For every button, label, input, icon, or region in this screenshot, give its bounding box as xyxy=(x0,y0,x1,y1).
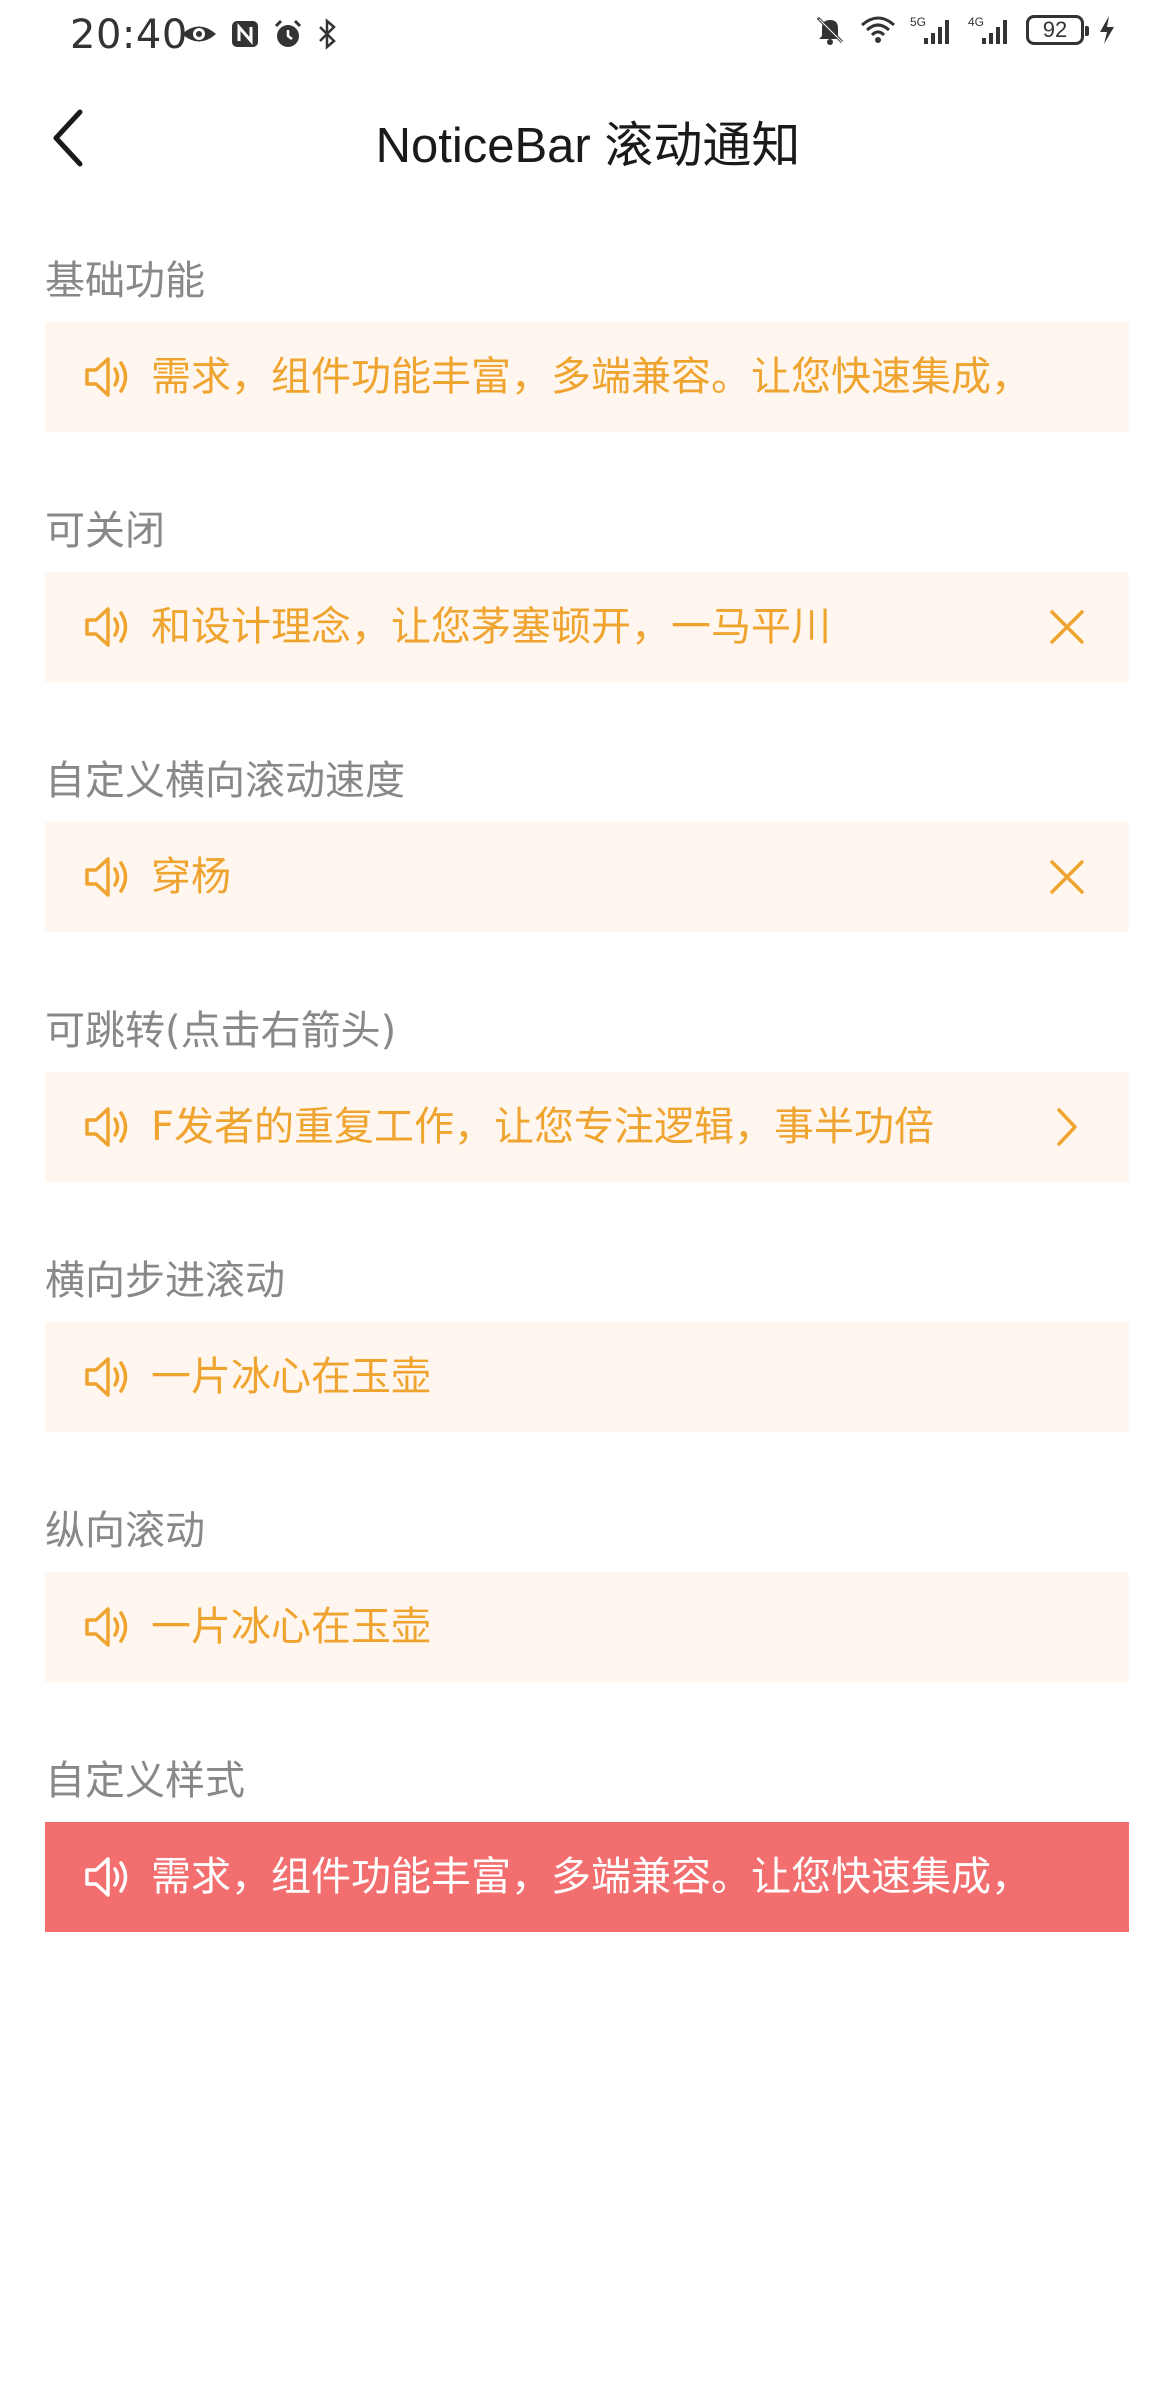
page-title: NoticeBar 滚动通知 xyxy=(375,119,801,173)
notice-text-viewport: 穿杨 xyxy=(151,822,1009,932)
chevron-right-icon xyxy=(1057,1108,1077,1146)
nfc-icon xyxy=(230,19,260,49)
close-button[interactable] xyxy=(1045,605,1089,649)
link-arrow-button[interactable] xyxy=(1045,1105,1089,1149)
eye-icon xyxy=(180,19,218,49)
wifi-icon xyxy=(860,15,896,45)
battery-icon: 92 xyxy=(1026,15,1089,45)
volume-icon xyxy=(83,1605,131,1649)
notice-text-viewport: 一片冰心在玉壶 xyxy=(151,1572,1093,1682)
nav-bar: NoticeBar 滚动通知 xyxy=(0,90,1176,186)
notice-bar-closable[interactable]: 和设计理念，让您茅塞顿开，一马平川 xyxy=(45,572,1129,682)
volume-icon xyxy=(83,1105,131,1149)
notice-text: 需求，组件功能丰富，多端兼容。让您快速集成， xyxy=(151,354,1031,400)
volume-icon xyxy=(83,1855,131,1899)
notice-text-viewport: 需求，组件功能丰富，多端兼容。让您快速集成， xyxy=(151,322,1093,432)
notice-text: 一片冰心在玉壶 xyxy=(151,1604,431,1650)
notice-bar-link[interactable]: F发者的重复工作，让您专注逻辑，事半功倍 xyxy=(45,1072,1129,1182)
section-title-step: 横向步进滚动 xyxy=(45,1258,285,1304)
section-title-custom: 自定义样式 xyxy=(45,1758,245,1804)
section-title-vertical: 纵向滚动 xyxy=(45,1508,205,1554)
section-title-link: 可跳转(点击右箭头) xyxy=(45,1008,397,1054)
notice-bar-speed[interactable]: 穿杨 xyxy=(45,822,1129,932)
notice-text-viewport: 一片冰心在玉壶 xyxy=(151,1322,1093,1432)
status-bar: 20:40 5G 4G 92 xyxy=(0,0,1176,72)
signal-4g-label: 4G xyxy=(968,15,984,29)
close-button[interactable] xyxy=(1045,855,1089,899)
notice-bar-vertical[interactable]: 一片冰心在玉壶 xyxy=(45,1572,1129,1682)
notice-bar-step[interactable]: 一片冰心在玉壶 xyxy=(45,1322,1129,1432)
notice-text: 一片冰心在玉壶 xyxy=(151,1354,431,1400)
charging-icon xyxy=(1098,15,1116,45)
signal-5g-icon: 5G xyxy=(910,14,954,46)
close-icon xyxy=(1050,610,1084,644)
status-time: 20:40 xyxy=(70,12,188,58)
volume-icon xyxy=(83,605,131,649)
signal-4g-icon: 4G xyxy=(968,14,1012,46)
bell-off-icon xyxy=(814,14,846,46)
notice-text-viewport: 和设计理念，让您茅塞顿开，一马平川 xyxy=(151,572,1009,682)
notice-text: 需求，组件功能丰富，多端兼容。让您快速集成， xyxy=(151,1854,1031,1900)
notice-bar-basic[interactable]: 需求，组件功能丰富，多端兼容。让您快速集成， xyxy=(45,322,1129,432)
notice-bar-custom[interactable]: 需求，组件功能丰富，多端兼容。让您快速集成， xyxy=(45,1822,1129,1932)
notice-text-viewport: 需求，组件功能丰富，多端兼容。让您快速集成， xyxy=(151,1822,1093,1932)
signal-5g-label: 5G xyxy=(910,15,926,29)
section-title-speed: 自定义横向滚动速度 xyxy=(45,758,405,804)
notice-text-viewport: F发者的重复工作，让您专注逻辑，事半功倍 xyxy=(151,1072,1009,1182)
close-icon xyxy=(1050,860,1084,894)
alarm-icon xyxy=(272,18,304,50)
bluetooth-icon xyxy=(316,18,338,50)
section-title-basic: 基础功能 xyxy=(45,258,205,304)
status-right-icons: 5G 4G 92 xyxy=(814,14,1116,46)
notice-text: 和设计理念，让您茅塞顿开，一马平川 xyxy=(151,604,831,650)
section-title-closable: 可关闭 xyxy=(45,508,165,554)
volume-icon xyxy=(83,355,131,399)
volume-icon xyxy=(83,855,131,899)
volume-icon xyxy=(83,1355,131,1399)
status-left-icons xyxy=(180,18,338,50)
notice-text: 穿杨 xyxy=(151,854,231,900)
notice-text: F发者的重复工作，让您专注逻辑，事半功倍 xyxy=(151,1104,935,1150)
